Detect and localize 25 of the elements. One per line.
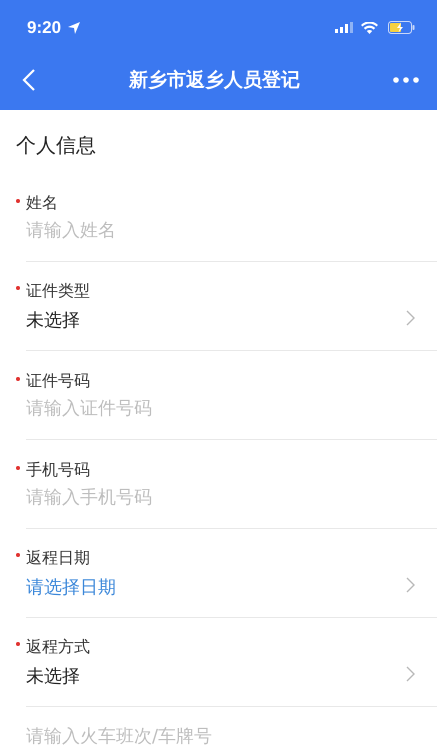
section-title: 个人信息	[16, 132, 97, 159]
select-field[interactable]: 未选择	[26, 664, 437, 688]
input-field[interactable]: 请输入证件号码	[26, 398, 386, 419]
field-label: 返程日期	[26, 548, 90, 568]
wifi-icon	[361, 22, 378, 34]
field-label: 返程方式	[26, 636, 90, 658]
input-field[interactable]: 请输入火车班次/车牌号	[26, 726, 386, 746]
chevron-right-icon	[406, 666, 415, 682]
field-label: 证件类型	[26, 280, 90, 302]
status-time: 9:20	[27, 18, 62, 38]
date-picker[interactable]: 请选择日期	[26, 574, 437, 598]
field-label: 姓名	[26, 193, 58, 214]
chevron-right-icon	[406, 310, 415, 326]
input-field[interactable]: 请输入姓名	[26, 220, 386, 241]
field-label: 证件号码	[26, 371, 90, 392]
page-title: 新乡市返乡人员登记	[128, 68, 301, 92]
back-chevron-icon	[22, 68, 36, 92]
chevron-right-icon	[406, 576, 415, 592]
signal-icon	[335, 22, 353, 33]
location-arrow-icon	[67, 20, 82, 34]
battery-charging-icon	[388, 21, 415, 34]
field-label: 手机号码	[26, 460, 90, 481]
more-icon	[393, 76, 419, 82]
input-field[interactable]: 请输入手机号码	[26, 487, 386, 508]
select-field[interactable]: 未选择	[26, 308, 437, 332]
